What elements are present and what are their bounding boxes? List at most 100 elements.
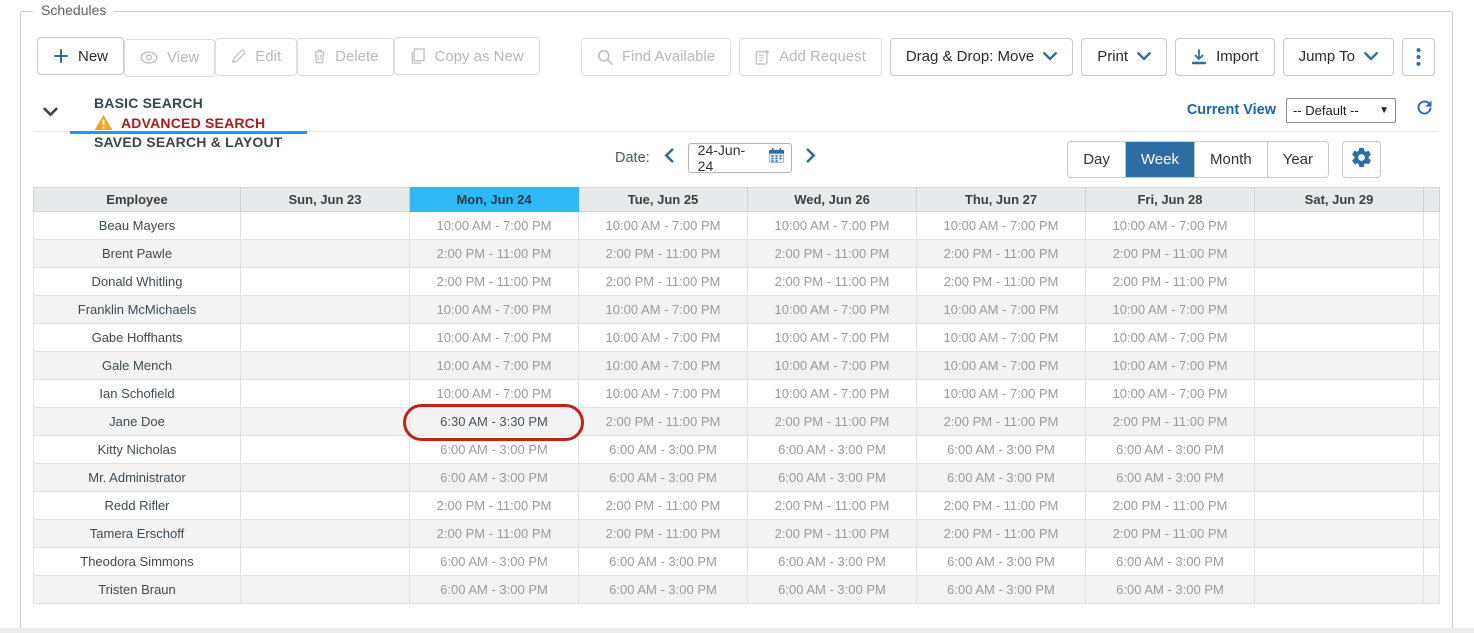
settings-button[interactable]	[1342, 141, 1381, 178]
schedule-cell[interactable]	[241, 548, 410, 576]
view-week-button[interactable]: Week	[1126, 142, 1195, 177]
schedule-cell[interactable]	[241, 240, 410, 268]
schedule-cell[interactable]	[241, 324, 410, 352]
employee-name-cell[interactable]: Redd Rifler	[34, 492, 241, 520]
calendar-icon[interactable]	[768, 147, 785, 169]
schedule-cell[interactable]: 2:00 PM - 11:00 PM	[748, 492, 917, 520]
tab-basic-search[interactable]: BASIC SEARCH	[70, 95, 307, 114]
current-view-select[interactable]: -- Default -- ▼	[1286, 98, 1396, 123]
schedule-cell[interactable]: 10:00 AM - 7:00 PM	[579, 296, 748, 324]
employee-name-cell[interactable]: Franklin McMichaels	[34, 296, 241, 324]
schedule-cell[interactable]: 6:00 AM - 3:00 PM	[748, 436, 917, 464]
schedule-cell[interactable]	[241, 464, 410, 492]
schedule-cell[interactable]	[1255, 520, 1424, 548]
schedule-cell[interactable]: 2:00 PM - 11:00 PM	[579, 408, 748, 436]
schedule-cell[interactable]: 10:00 AM - 7:00 PM	[917, 212, 1086, 240]
schedule-cell[interactable]: 6:00 AM - 3:00 PM	[579, 464, 748, 492]
column-header[interactable]: Wed, Jun 26	[748, 188, 917, 212]
schedule-cell[interactable]: 2:00 PM - 11:00 PM	[410, 492, 579, 520]
schedule-cell[interactable]: 6:00 AM - 3:00 PM	[579, 436, 748, 464]
employee-name-cell[interactable]: Mr. Administrator	[34, 464, 241, 492]
schedule-cell[interactable]: 2:00 PM - 11:00 PM	[1086, 492, 1255, 520]
schedule-cell[interactable]	[241, 436, 410, 464]
schedule-cell[interactable]: 2:00 PM - 11:00 PM	[410, 268, 579, 296]
schedule-cell[interactable]	[1255, 436, 1424, 464]
schedule-cell[interactable]: 10:00 AM - 7:00 PM	[917, 380, 1086, 408]
employee-name-cell[interactable]: Tamera Erschoff	[34, 520, 241, 548]
schedule-cell[interactable]	[1255, 464, 1424, 492]
schedule-cell[interactable]: 6:00 AM - 3:00 PM	[1086, 436, 1255, 464]
schedule-cell[interactable]: 10:00 AM - 7:00 PM	[1086, 296, 1255, 324]
schedule-cell[interactable]: 10:00 AM - 7:00 PM	[1086, 352, 1255, 380]
schedule-cell[interactable]: 6:00 AM - 3:00 PM	[1086, 576, 1255, 604]
column-header[interactable]: Employee	[34, 188, 241, 212]
schedule-cell[interactable]: 6:00 AM - 3:00 PM	[917, 576, 1086, 604]
schedule-cell[interactable]: 6:30 AM - 3:30 PM	[410, 408, 579, 436]
employee-name-cell[interactable]: Beau Mayers	[34, 212, 241, 240]
import-button[interactable]: Import	[1175, 38, 1275, 76]
new-button[interactable]: New	[37, 37, 124, 75]
schedule-cell[interactable]: 2:00 PM - 11:00 PM	[1086, 240, 1255, 268]
employee-name-cell[interactable]: Ian Schofield	[34, 380, 241, 408]
schedule-cell[interactable]: 2:00 PM - 11:00 PM	[917, 240, 1086, 268]
schedule-cell[interactable]: 10:00 AM - 7:00 PM	[917, 296, 1086, 324]
schedule-cell[interactable]	[1255, 268, 1424, 296]
schedule-cell[interactable]: 6:00 AM - 3:00 PM	[579, 548, 748, 576]
edit-button[interactable]: Edit	[215, 38, 297, 76]
schedule-cell[interactable]: 10:00 AM - 7:00 PM	[1086, 212, 1255, 240]
employee-name-cell[interactable]: Brent Pawle	[34, 240, 241, 268]
drag-drop-move-button[interactable]: Drag & Drop: Move	[890, 38, 1073, 76]
schedule-cell[interactable]: 2:00 PM - 11:00 PM	[748, 408, 917, 436]
schedule-cell[interactable]: 10:00 AM - 7:00 PM	[748, 296, 917, 324]
more-options-button[interactable]	[1402, 38, 1435, 76]
schedule-cell[interactable]: 10:00 AM - 7:00 PM	[579, 324, 748, 352]
schedule-cell[interactable]: 10:00 AM - 7:00 PM	[410, 380, 579, 408]
employee-name-cell[interactable]: Tristen Braun	[34, 576, 241, 604]
schedule-cell[interactable]: 2:00 PM - 11:00 PM	[1086, 520, 1255, 548]
schedule-cell[interactable]: 6:00 AM - 3:00 PM	[410, 436, 579, 464]
schedule-cell[interactable]: 10:00 AM - 7:00 PM	[579, 352, 748, 380]
schedule-cell[interactable]: 10:00 AM - 7:00 PM	[579, 380, 748, 408]
employee-name-cell[interactable]: Jane Doe	[34, 408, 241, 436]
view-year-button[interactable]: Year	[1268, 142, 1328, 177]
column-header[interactable]: Sat, Jun 29	[1255, 188, 1424, 212]
collapse-search-button[interactable]	[33, 95, 70, 131]
view-day-button[interactable]: Day	[1068, 142, 1126, 177]
schedule-cell[interactable]: 6:00 AM - 3:00 PM	[1086, 464, 1255, 492]
column-header[interactable]: Fri, Jun 28	[1086, 188, 1255, 212]
schedule-cell[interactable]	[241, 296, 410, 324]
jump-to-button[interactable]: Jump To	[1283, 38, 1394, 76]
schedule-cell[interactable]	[1255, 324, 1424, 352]
schedule-cell[interactable]	[241, 352, 410, 380]
schedule-cell[interactable]: 10:00 AM - 7:00 PM	[748, 212, 917, 240]
schedule-cell[interactable]: 2:00 PM - 11:00 PM	[579, 240, 748, 268]
schedule-cell[interactable]: 6:00 AM - 3:00 PM	[579, 576, 748, 604]
schedule-cell[interactable]	[241, 408, 410, 436]
schedule-cell[interactable]: 2:00 PM - 11:00 PM	[917, 520, 1086, 548]
schedule-cell[interactable]	[1255, 548, 1424, 576]
schedule-cell[interactable]	[241, 492, 410, 520]
find-available-button[interactable]: Find Available	[581, 38, 731, 76]
schedule-cell[interactable]	[241, 212, 410, 240]
column-header[interactable]: Thu, Jun 27	[917, 188, 1086, 212]
schedule-cell[interactable]: 10:00 AM - 7:00 PM	[748, 352, 917, 380]
schedule-cell[interactable]: 10:00 AM - 7:00 PM	[917, 324, 1086, 352]
schedule-cell[interactable]	[1255, 296, 1424, 324]
schedule-cell[interactable]	[1255, 408, 1424, 436]
schedule-cell[interactable]	[1255, 352, 1424, 380]
schedule-cell[interactable]: 2:00 PM - 11:00 PM	[410, 520, 579, 548]
schedule-cell[interactable]: 2:00 PM - 11:00 PM	[748, 240, 917, 268]
schedule-cell[interactable]: 2:00 PM - 11:00 PM	[579, 268, 748, 296]
employee-name-cell[interactable]: Kitty Nicholas	[34, 436, 241, 464]
schedule-cell[interactable]: 2:00 PM - 11:00 PM	[1086, 268, 1255, 296]
schedule-cell[interactable]	[1255, 212, 1424, 240]
schedule-cell[interactable]: 6:00 AM - 3:00 PM	[748, 576, 917, 604]
schedule-cell[interactable]: 6:00 AM - 3:00 PM	[917, 464, 1086, 492]
schedule-cell[interactable]	[241, 268, 410, 296]
schedule-cell[interactable]: 2:00 PM - 11:00 PM	[748, 268, 917, 296]
schedule-cell[interactable]: 6:00 AM - 3:00 PM	[917, 548, 1086, 576]
view-month-button[interactable]: Month	[1195, 142, 1268, 177]
employee-name-cell[interactable]: Gabe Hoffhants	[34, 324, 241, 352]
schedule-cell[interactable]: 2:00 PM - 11:00 PM	[748, 520, 917, 548]
previous-date-button[interactable]	[664, 148, 674, 168]
